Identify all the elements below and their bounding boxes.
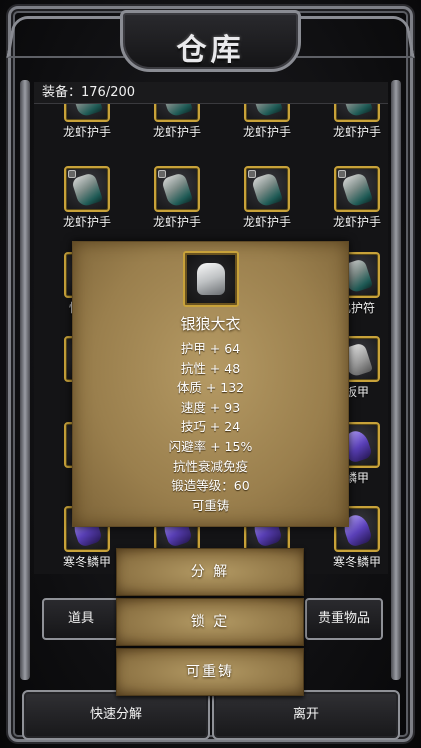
- inventory-slot[interactable]: 龙虾护手: [134, 104, 214, 166]
- coat-item-icon: [183, 251, 239, 307]
- gauntlet-icon: [160, 172, 194, 208]
- gauntlet-icon: [250, 172, 284, 208]
- stat-line: 速度 + 93: [180, 399, 241, 415]
- stat-line: 体质 + 132: [176, 380, 245, 396]
- decompose-button[interactable]: 分 解: [116, 548, 304, 596]
- item-label: 龙虾护手: [332, 125, 381, 139]
- inventory-slot[interactable]: 龙虾护手: [44, 104, 124, 166]
- item-frame: [334, 166, 380, 212]
- stat-line: 技巧 + 24: [180, 419, 241, 435]
- lock-icon: [248, 170, 256, 178]
- gauntlet-icon: [70, 172, 104, 208]
- tab-valuables[interactable]: 贵重物品: [305, 598, 383, 640]
- frame-ornament-left: [6, 16, 132, 58]
- title-plate: 仓库: [120, 10, 301, 72]
- quick-decompose-button[interactable]: 快速分解: [22, 690, 210, 740]
- gauntlet-icon: [70, 104, 104, 118]
- warehouse-screen: 仓库 装备：176/200 龙虾护手 龙虾护手 龙虾护手 龙虾护手 龙虾护手 龙虾护手 龙虾…: [0, 0, 421, 748]
- lock-button[interactable]: 锁 定: [116, 598, 304, 646]
- item-frame: [244, 166, 290, 212]
- stat-line: 抗性 + 48: [180, 360, 241, 376]
- frame-ornament-right: [289, 16, 415, 58]
- item-label: 龙虾护手: [62, 215, 111, 229]
- stat-line: 抗性衰减免疫: [172, 458, 248, 474]
- item-label: 龙虾护手: [242, 125, 291, 139]
- inventory-slot[interactable]: 龙虾护手: [314, 104, 388, 166]
- reforge-button[interactable]: 可重铸: [116, 648, 304, 696]
- stat-line: 闪避率 + 15%: [168, 438, 253, 454]
- item-frame: [334, 104, 380, 122]
- item-tooltip: 银狼大衣 护甲 + 64 抗性 + 48 体质 + 132 速度 + 93 技巧 + 2…: [72, 241, 349, 527]
- lock-icon: [68, 170, 76, 178]
- item-frame: [64, 104, 110, 122]
- page-title: 仓库: [176, 33, 245, 68]
- item-label: 寒冬鳞甲: [332, 555, 381, 569]
- item-label: 龙虾护手: [152, 215, 201, 229]
- gauntlet-icon: [340, 172, 374, 208]
- frame-pillar-right: [391, 80, 401, 680]
- leave-button[interactable]: 离开: [212, 690, 400, 740]
- item-frame: [154, 166, 200, 212]
- item-label: 龙虾护手: [332, 215, 381, 229]
- inventory-slot[interactable]: 龙虾护手: [224, 104, 304, 166]
- tab-items[interactable]: 道具: [42, 598, 120, 640]
- item-frame: [244, 104, 290, 122]
- item-frame: [64, 166, 110, 212]
- item-label: 龙虾护手: [152, 125, 201, 139]
- gauntlet-icon: [250, 104, 284, 118]
- item-label: 龙虾护手: [242, 215, 291, 229]
- lock-icon: [338, 170, 346, 178]
- lock-icon: [158, 170, 166, 178]
- item-frame: [154, 104, 200, 122]
- gauntlet-icon: [340, 104, 374, 118]
- gauntlet-icon: [160, 104, 194, 118]
- stat-line: 可重铸: [191, 497, 230, 513]
- stat-line: 锻造等级：60: [171, 478, 250, 494]
- frame-pillar-left: [20, 80, 30, 680]
- item-stats: 护甲 + 64 抗性 + 48 体质 + 132 速度 + 93 技巧 + 24 闪避率 …: [73, 339, 348, 515]
- stat-line: 护甲 + 64: [180, 341, 241, 356]
- item-label: 龙虾护手: [62, 125, 111, 139]
- equipment-count: 装备：176/200: [34, 82, 388, 104]
- item-name: 银狼大衣: [180, 315, 241, 333]
